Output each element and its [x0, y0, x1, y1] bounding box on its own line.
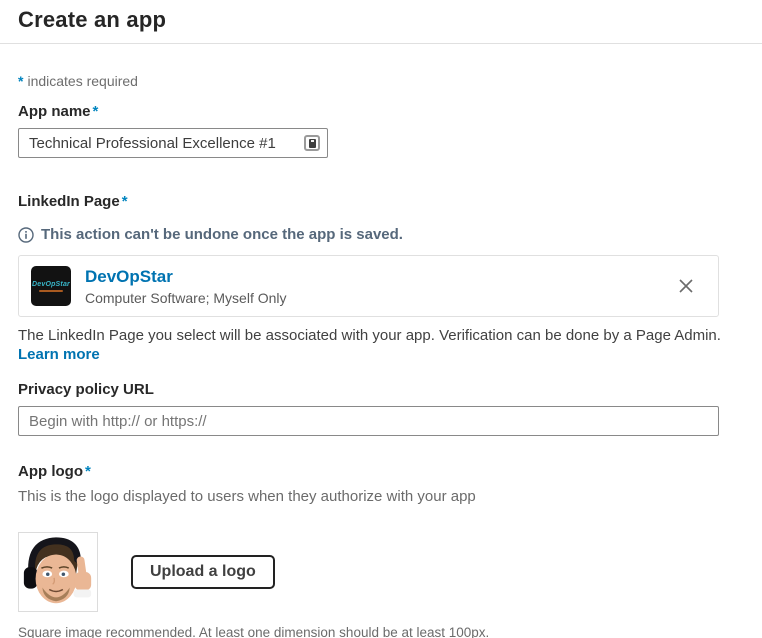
app-logo-field: App logo* This is the logo displayed to … — [18, 463, 744, 638]
remove-page-button[interactable] — [675, 275, 697, 297]
undo-warning: This action can't be undone once the app… — [18, 226, 744, 243]
devopstar-logo-tagline — [39, 290, 63, 292]
upload-logo-button[interactable]: Upload a logo — [131, 555, 275, 589]
linkedin-page-card: DevOpStar DevOpStar Computer Software; M… — [18, 255, 719, 317]
create-app-form: *indicates required App name* LinkedIn P… — [0, 73, 762, 638]
required-asterisk: * — [18, 73, 23, 89]
page-association-text: The LinkedIn Page you select will be ass… — [18, 327, 721, 344]
linkedin-page-label: LinkedIn Page* — [18, 193, 744, 210]
app-name-label-text: App name — [18, 103, 91, 120]
app-logo-label: App logo* — [18, 463, 744, 480]
learn-more-link[interactable]: Learn more — [18, 346, 100, 363]
page-card-info: DevOpStar Computer Software; Myself Only — [85, 267, 287, 306]
devopstar-logo-text: DevOpStar — [32, 281, 70, 288]
autofill-extension-icon[interactable] — [304, 135, 320, 151]
app-logo-required-mark: * — [85, 463, 91, 480]
app-name-input[interactable] — [18, 128, 328, 158]
close-icon — [677, 277, 695, 295]
required-note-text: indicates required — [27, 73, 138, 89]
devopstar-logo: DevOpStar — [31, 266, 71, 306]
app-logo-row: Upload a logo — [18, 532, 744, 612]
app-logo-label-text: App logo — [18, 463, 83, 480]
app-name-input-wrap — [18, 128, 328, 158]
privacy-policy-input[interactable] — [18, 406, 719, 436]
privacy-policy-input-wrap — [18, 406, 719, 436]
app-logo-preview-image — [18, 532, 98, 612]
page-header: Create an app — [0, 0, 762, 44]
app-name-label: App name* — [18, 103, 744, 120]
info-icon — [18, 227, 34, 243]
linkedin-page-label-text: LinkedIn Page — [18, 193, 120, 210]
app-name-required-mark: * — [93, 103, 99, 120]
privacy-policy-label: Privacy policy URL — [18, 381, 744, 398]
linkedin-page-field: LinkedIn Page* This action can't be undo… — [18, 193, 744, 364]
app-logo-description: This is the logo displayed to users when… — [18, 488, 744, 505]
linkedin-page-required-mark: * — [122, 193, 128, 210]
privacy-policy-field: Privacy policy URL — [18, 381, 744, 436]
autofill-glyph — [309, 139, 316, 148]
page-title: Create an app — [18, 7, 762, 33]
avatar-thumbs-up-image — [19, 533, 97, 611]
page-association-description: The LinkedIn Page you select will be ass… — [18, 326, 723, 364]
app-name-field: App name* — [18, 103, 744, 158]
page-category-text: Computer Software; Myself Only — [85, 290, 287, 306]
page-name-link[interactable]: DevOpStar — [85, 267, 287, 287]
undo-warning-text: This action can't be undone once the app… — [41, 226, 403, 243]
app-logo-hint: Square image recommended. At least one d… — [18, 625, 744, 638]
required-note: *indicates required — [18, 73, 744, 89]
